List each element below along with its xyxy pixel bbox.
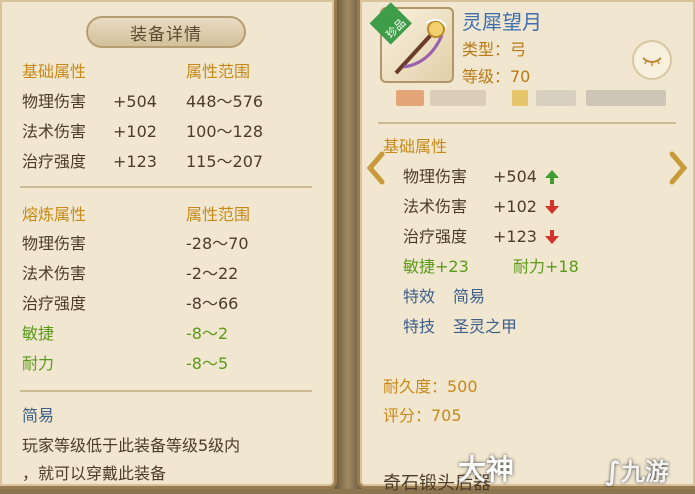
base-row-value: +102 [113,122,157,141]
eye-icon [642,57,662,66]
base-attr-header: 基础属性 [22,62,87,81]
panel-title: 装备详情 [130,24,202,45]
base-row-label: 治疗强度 [22,152,87,171]
effect-name: 简易 [22,406,55,425]
watermark-left: 大神 [458,453,515,486]
equipment-detail-panel: 装备详情 基础属性 属性范围 物理伤害 +504 448～576 法术伤害 +1… [0,0,337,489]
skill-label: 特技 [403,317,436,336]
score: 评分：705 [383,406,462,425]
skill-value: 圣灵之甲 [453,317,518,336]
refine-attr-header: 熔炼属性 [22,205,87,224]
refine-row-range: -28～70 [186,234,249,253]
arrow-up-icon [545,170,559,184]
blurred-text [586,90,666,106]
blurred-text [430,90,486,106]
refine-row-label: 法术伤害 [22,264,87,283]
base-row-value: +504 [113,92,157,111]
arrow-down-icon [545,200,559,214]
refine-row-label: 敏捷 [22,324,55,343]
base-row-label: 物理伤害 [22,92,87,111]
item-icon[interactable]: 珍品 [369,2,454,83]
effect-desc-line1: 玩家等级低于此装备等级5级内 [22,436,241,455]
stat-value: +504 [493,167,537,186]
refine-row-range: -8～5 [186,354,229,373]
stat-label: 法术伤害 [403,197,468,216]
base-row-value: +123 [113,152,157,171]
arrow-down-icon [545,230,559,244]
durability: 耐久度：500 [383,377,478,396]
item-name: 灵犀望月 [462,10,542,34]
stamina-bonus: 耐力+18 [513,257,579,276]
effect-label: 特效 [403,287,436,306]
effect-desc-line2: ，就可以穿戴此装备 [22,464,167,483]
section-divider [20,186,312,188]
blurred-text [536,90,576,106]
item-type: 类型：弓 [462,40,527,59]
refine-row-label: 物理伤害 [22,234,87,253]
next-arrow-icon[interactable] [666,150,690,186]
stat-value: +102 [493,197,537,216]
base-row-range: 100～128 [186,122,264,141]
panel-title-plate: 装备详情 [86,16,246,48]
watermark-right: ∫九游 [605,457,669,487]
base-row-label: 法术伤害 [22,122,87,141]
blurred-text [512,90,528,106]
effect-value: 简易 [453,287,486,306]
bow-icon [394,18,447,75]
section-divider [20,390,312,392]
refine-row-range: -8～2 [186,324,229,343]
view-toggle-button[interactable] [632,40,672,80]
stat-value: +123 [493,227,537,246]
refine-range-header: 属性范围 [186,205,251,224]
refine-row-label: 耐力 [22,354,55,373]
refine-row-range: -2～22 [186,264,239,283]
refine-row-range: -8～66 [186,294,239,313]
blurred-text [396,90,424,106]
base-range-header: 属性范围 [186,62,251,81]
section-divider [378,122,676,124]
stat-label: 治疗强度 [403,227,468,246]
stat-label: 物理伤害 [403,167,468,186]
base-row-range: 115～207 [186,152,264,171]
tooltip-base-header: 基础属性 [383,137,448,156]
item-level: 等级：70 [462,67,531,86]
agility-bonus: 敏捷+23 [403,257,469,276]
base-row-range: 448～576 [186,92,264,111]
refine-row-label: 治疗强度 [22,294,87,313]
